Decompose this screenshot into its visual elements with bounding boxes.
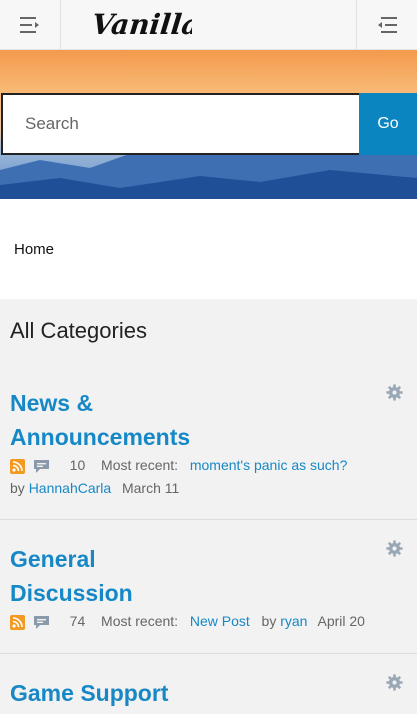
category-title-link[interactable]: General Discussion: [10, 542, 340, 610]
category-title-link[interactable]: News & Announcements: [10, 386, 340, 454]
category-title-line1: General: [10, 546, 96, 572]
category-title-line2: Announcements: [10, 424, 191, 450]
gear-icon[interactable]: [386, 540, 403, 557]
discussion-count: 74: [69, 613, 86, 629]
category-meta-line1: 10 Most recent: moment's panic as such?: [10, 457, 347, 474]
most-recent-link[interactable]: New Post: [190, 613, 250, 629]
post-date: March 11: [121, 480, 180, 496]
category-item: General Discussion 74 Most recent: New P…: [0, 520, 417, 654]
category-title-line1: News &: [10, 390, 94, 416]
menu-expand-icon: [20, 17, 39, 33]
rss-icon[interactable]: [10, 458, 25, 474]
post-date: April 20: [317, 613, 365, 629]
page-title: All Categories: [10, 318, 147, 343]
breadcrumb-home-link[interactable]: Home: [14, 241, 54, 258]
menu-collapse-icon: [378, 17, 397, 33]
author-link[interactable]: ryan: [280, 613, 307, 629]
rss-icon[interactable]: [10, 614, 25, 630]
most-recent-link[interactable]: moment's panic as such?: [190, 457, 348, 473]
gear-icon[interactable]: [386, 674, 403, 691]
category-title-link[interactable]: Game Support: [10, 676, 340, 710]
search-go-button[interactable]: Go: [359, 93, 417, 155]
category-item: News & Announcements 10 Most recent: mom…: [0, 370, 417, 520]
most-recent-label: Most recent:: [101, 613, 179, 629]
right-menu-button[interactable]: [356, 0, 417, 50]
author-link[interactable]: HannahCarla: [29, 480, 112, 496]
search-field-container: [1, 93, 359, 155]
search-input[interactable]: [23, 113, 347, 135]
by-label: by: [261, 613, 277, 629]
category-item: Game Support: [0, 654, 417, 714]
top-bar: Vanilla: [0, 0, 417, 50]
vanilla-logo[interactable]: Vanilla: [90, 6, 201, 49]
most-recent-label: Most recent:: [101, 457, 179, 473]
category-title-line2: Discussion: [10, 580, 133, 606]
gear-icon[interactable]: [386, 384, 403, 401]
left-menu-button[interactable]: [0, 0, 61, 50]
discussion-count: 10: [69, 457, 86, 473]
category-meta-line1: 74 Most recent: New Post by ryan April 2…: [10, 613, 365, 630]
by-label: by: [10, 480, 25, 496]
category-title-line1: Game Support: [10, 680, 169, 706]
comment-icon: [33, 459, 49, 473]
svg-text:Vanilla: Vanilla: [92, 8, 192, 41]
breadcrumb: Home: [0, 199, 417, 299]
category-meta-line2: by HannahCarla March 11: [10, 480, 179, 496]
comment-icon: [33, 615, 49, 629]
